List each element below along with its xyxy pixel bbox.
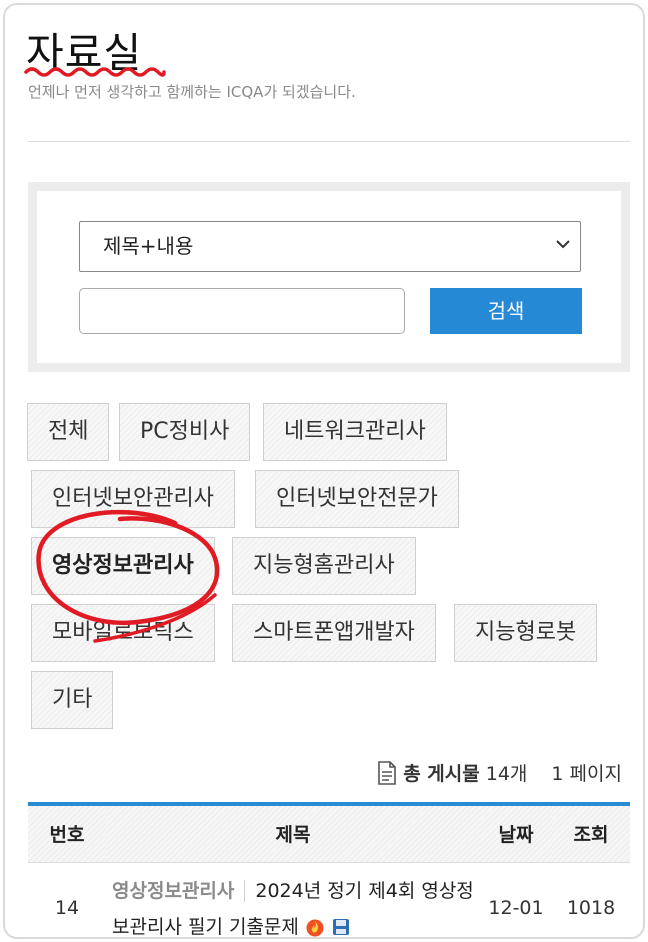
column-header-date: 날짜 <box>480 804 552 863</box>
annotation-underline <box>24 67 166 77</box>
document-icon <box>378 760 397 785</box>
total-count: 14개 <box>485 763 528 785</box>
category-smartphone-app-dev[interactable]: 스마트폰앱개발자 <box>232 604 436 662</box>
category-smart-home-admin[interactable]: 지능형홈관리사 <box>232 537 416 595</box>
file-attachment-icon <box>332 919 349 935</box>
page-subtitle: 언제나 먼저 생각하고 함께하는 ICQA가 되겠습니다. <box>28 83 356 101</box>
row-date: 12-01 <box>488 896 544 919</box>
search-input[interactable] <box>79 288 405 334</box>
column-header-views: 조회 <box>552 804 630 863</box>
category-network-admin[interactable]: 네트워크관리사 <box>263 403 447 461</box>
search-button[interactable]: 검색 <box>430 288 582 334</box>
board-table: 번호 제목 날짜 조회 14 영상정보관리사 2024년 정기 제4회 영상정보관… <box>28 802 630 937</box>
divider <box>28 141 630 142</box>
row-number: 14 <box>54 896 80 919</box>
row-category-tag: 영상정보관리사 <box>112 879 246 902</box>
category-internet-security-expert[interactable]: 인터넷보안전문가 <box>255 470 459 528</box>
category-intelligent-robot[interactable]: 지능형로봇 <box>454 604 598 662</box>
row-views: 1018 <box>566 896 616 919</box>
row-title-cell[interactable]: 영상정보관리사 2024년 정기 제4회 영상정보관리사 필기 기출문제 <box>106 862 480 937</box>
hot-icon <box>306 919 324 937</box>
search-field-select[interactable]: 제목+내용 <box>79 221 581 272</box>
annotation-circle <box>36 509 220 643</box>
category-pc-technician[interactable]: PC정비사 <box>119 403 251 461</box>
search-field-select-value: 제목+내용 <box>103 234 194 258</box>
column-header-number: 번호 <box>28 804 106 863</box>
search-panel: 제목+내용 검색 <box>28 182 630 372</box>
chevron-down-icon <box>556 240 570 249</box>
page-indicator: 1 페이지 <box>551 763 622 785</box>
total-label: 총 게시물 <box>403 763 480 785</box>
page-frame: 자료실 언제나 먼저 생각하고 함께하는 ICQA가 되겠습니다. 제목+내용 … <box>3 3 645 939</box>
category-etc[interactable]: 기타 <box>31 671 114 729</box>
column-header-title: 제목 <box>106 804 480 863</box>
category-all[interactable]: 전체 <box>27 403 110 461</box>
table-row[interactable]: 14 영상정보관리사 2024년 정기 제4회 영상정보관리사 필기 기출문제 1… <box>28 862 630 937</box>
board-summary: 총 게시물 14개 1 페이지 <box>377 759 622 786</box>
